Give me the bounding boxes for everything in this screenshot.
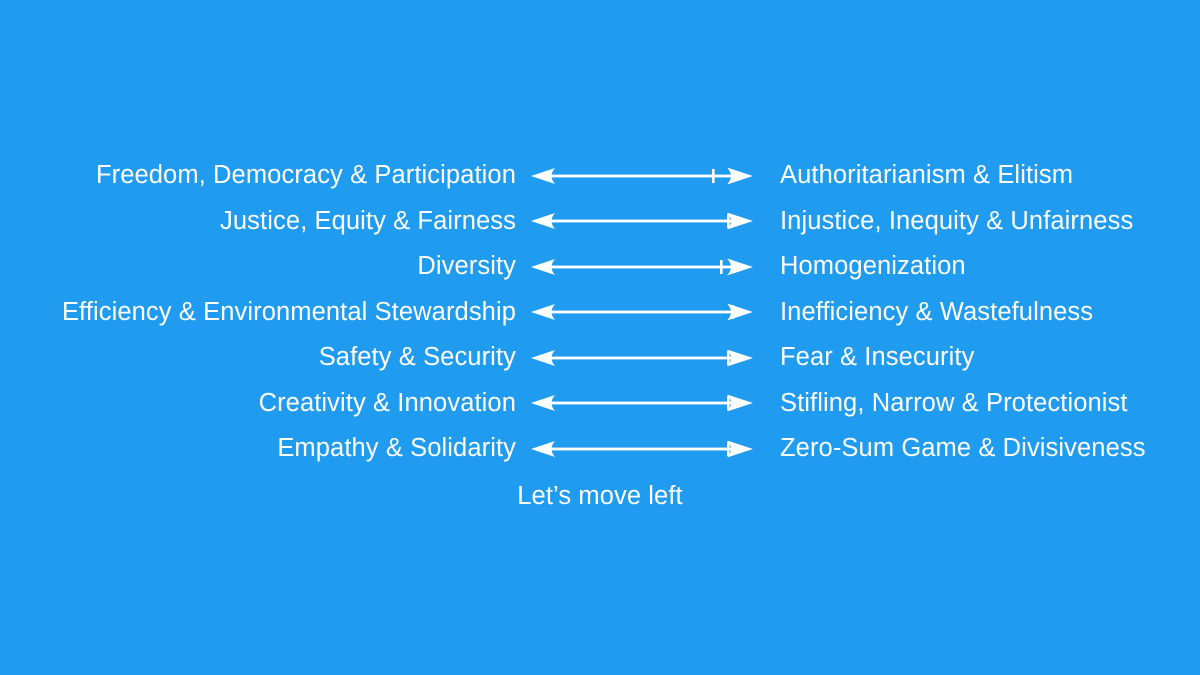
axis-arrow xyxy=(516,393,768,413)
axis-arrow xyxy=(516,348,768,368)
positive-pole-label: Empathy & Solidarity xyxy=(277,434,516,462)
negative-pole-label: Homogenization xyxy=(780,252,966,280)
polarity-row: Diversity Homogenization xyxy=(0,244,1200,290)
positive-pole-label: Creativity & Innovation xyxy=(258,388,516,417)
double-arrow-icon xyxy=(531,167,753,185)
negative-pole-label: Fear & Insecurity xyxy=(780,343,975,371)
positive-pole-label: Efficiency & Environmental Stewardship xyxy=(61,297,516,326)
axis-arrow xyxy=(516,166,768,186)
slide-canvas: Freedom, Democracy & Participation Autho… xyxy=(0,0,1200,675)
polarity-row: Creativity & Innovation Stifling, Narrow… xyxy=(0,381,1200,427)
negative-pole-label: Stifling, Narrow & Protectionist xyxy=(780,388,1128,417)
negative-pole-label: Injustice, Inequity & Unfairness xyxy=(780,206,1134,235)
positive-pole-label: Freedom, Democracy & Participation xyxy=(95,161,516,189)
slide-caption: Let’s move left xyxy=(517,482,683,510)
positive-pole-label: Safety & Security xyxy=(318,343,516,371)
axis-arrow xyxy=(516,211,768,231)
positive-pole-label: Justice, Equity & Fairness xyxy=(220,206,516,235)
axis-arrow xyxy=(516,257,768,277)
polarity-row: Justice, Equity & Fairness Injustice, In… xyxy=(0,199,1200,245)
positive-pole-label: Diversity xyxy=(417,252,516,280)
double-arrow-icon xyxy=(531,303,753,321)
polarity-list: Freedom, Democracy & Participation Autho… xyxy=(0,153,1200,472)
axis-arrow xyxy=(516,439,768,459)
polarity-row: Empathy & Solidarity Zero-Sum Game & Div… xyxy=(0,426,1200,472)
negative-pole-label: Authoritarianism & Elitism xyxy=(780,161,1074,189)
negative-pole-label: Inefficiency & Wastefulness xyxy=(780,297,1094,326)
double-arrow-icon xyxy=(531,394,753,412)
polarity-row: Freedom, Democracy & Participation Autho… xyxy=(0,153,1200,199)
double-arrow-icon xyxy=(531,440,753,458)
double-arrow-icon xyxy=(531,212,753,230)
negative-pole-label: Zero-Sum Game & Divisiveness xyxy=(780,434,1146,462)
polarity-row: Safety & Security Fear & Insecurity xyxy=(0,335,1200,381)
double-arrow-icon xyxy=(531,258,753,276)
polarity-row: Efficiency & Environmental Stewardship I… xyxy=(0,290,1200,336)
double-arrow-icon xyxy=(531,349,753,367)
axis-arrow xyxy=(516,302,768,322)
